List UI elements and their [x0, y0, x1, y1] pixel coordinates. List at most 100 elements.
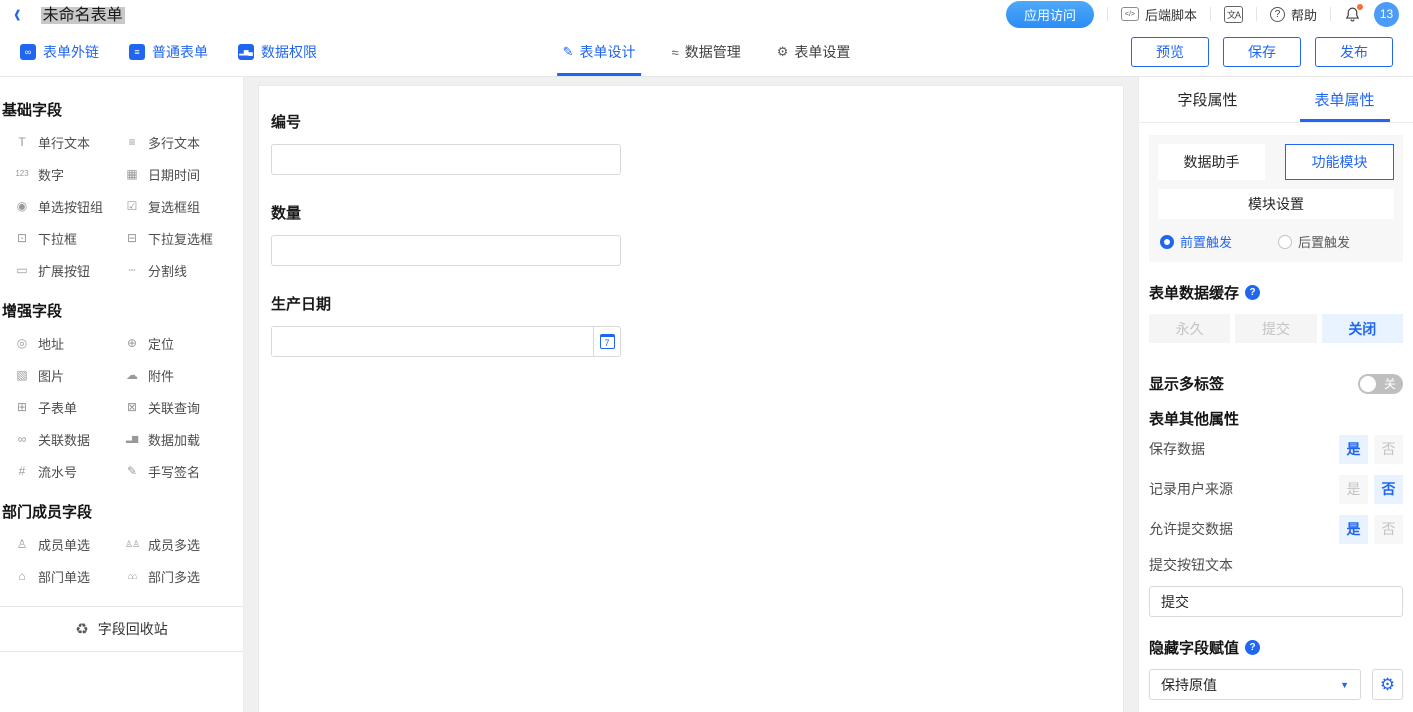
- radio-pre-trigger[interactable]: 前置触发: [1160, 232, 1278, 251]
- field-item-dept-single[interactable]: ⌂部门单选: [13, 560, 123, 592]
- field-label: 部门多选: [148, 567, 200, 586]
- prop-label: 记录用户来源: [1149, 479, 1233, 499]
- form-title[interactable]: 未命名表单: [41, 7, 125, 24]
- back-icon[interactable]: ‹: [14, 0, 21, 28]
- divider: [1330, 7, 1331, 21]
- chevron-down-icon: ▼: [1340, 680, 1349, 690]
- toggle-knob: [1360, 376, 1376, 392]
- field-item-radio-group[interactable]: ◉单选按钮组: [13, 190, 123, 222]
- dept-multi-icon: ⌂⌂: [123, 572, 141, 581]
- backend-script-button[interactable]: </> 后端脚本: [1121, 5, 1197, 24]
- field-item-checkbox-group[interactable]: ☑复选框组: [123, 190, 233, 222]
- language-icon[interactable]: 文A: [1224, 6, 1243, 23]
- avatar[interactable]: 13: [1374, 2, 1399, 27]
- save-button[interactable]: 保存: [1223, 37, 1301, 67]
- field-item-multi-line-text[interactable]: ≡ 多行文本: [123, 126, 233, 158]
- date-input[interactable]: [272, 327, 593, 356]
- attachment-icon: ☁: [123, 369, 141, 381]
- field-item-link-data[interactable]: ∞关联数据: [13, 423, 123, 455]
- module-settings-button[interactable]: 模块设置: [1158, 189, 1394, 219]
- multi-tab-toggle[interactable]: 关: [1358, 374, 1403, 394]
- properties-panel: 字段属性 表单属性 数据助手 功能模块 模块设置 前置触发 后置触发 表单数: [1138, 77, 1413, 712]
- subform-icon: ⊞: [13, 401, 31, 413]
- field-item-multi-select[interactable]: ⊟下拉复选框: [123, 222, 233, 254]
- cache-option-submit[interactable]: 提交: [1235, 314, 1316, 343]
- field-label: 编号: [271, 111, 1111, 132]
- field-item-datetime[interactable]: ▦日期时间: [123, 158, 233, 190]
- field-item-address[interactable]: ◎地址: [13, 327, 123, 359]
- field-recycle-bin[interactable]: ♻ 字段回收站: [0, 606, 243, 652]
- save-data-yes-button[interactable]: 是: [1339, 435, 1368, 464]
- field-label: 手写签名: [148, 462, 200, 481]
- tab-data-permission[interactable]: ▂▆▄ 数据权限: [238, 42, 317, 62]
- notification-button[interactable]: [1344, 6, 1361, 23]
- field-item-link-query[interactable]: ⊠关联查询: [123, 391, 233, 423]
- help-icon: ?: [1270, 7, 1285, 22]
- date-field[interactable]: 7: [271, 326, 621, 357]
- record-source-no-button[interactable]: 否: [1374, 475, 1403, 504]
- dept-single-icon: ⌂: [13, 570, 31, 582]
- help-circle-icon[interactable]: ?: [1245, 640, 1260, 655]
- textarea-icon: ≡: [123, 136, 141, 148]
- field-label: 单行文本: [38, 133, 90, 152]
- cache-option-closed[interactable]: 关闭: [1322, 314, 1403, 343]
- canvas-field-production-date[interactable]: 生产日期 7: [271, 293, 1111, 357]
- hidden-field-assign-select[interactable]: 保持原值 ▼: [1149, 669, 1361, 700]
- field-item-divider[interactable]: ┄分割线: [123, 254, 233, 286]
- field-item-data-load[interactable]: ▂▆数据加载: [123, 423, 233, 455]
- extend-button-icon: ▭: [13, 264, 31, 276]
- divider: [1256, 7, 1257, 21]
- tab-normal-form[interactable]: ≡ 普通表单: [129, 42, 208, 62]
- field-sidebar: 基础字段 T单行文本 ≡多行文本 123数字 ▦日期时间 ◉单选按钮组 ☑复选框…: [0, 77, 244, 712]
- canvas-field-number-id[interactable]: 编号: [271, 111, 1111, 175]
- tab-label: 数据权限: [261, 42, 317, 62]
- preview-button[interactable]: 预览: [1131, 37, 1209, 67]
- prop-row-record-user-source: 记录用户来源 是 否: [1149, 469, 1403, 509]
- help-button[interactable]: ? 帮助: [1270, 5, 1317, 24]
- radio-post-trigger[interactable]: 后置触发: [1278, 232, 1350, 251]
- cache-option-permanent[interactable]: 永久: [1149, 314, 1230, 343]
- canvas-field-quantity[interactable]: 数量: [271, 202, 1111, 266]
- field-item-member-single[interactable]: ♙成员单选: [13, 528, 123, 560]
- field-item-extend-button[interactable]: ▭扩展按钮: [13, 254, 123, 286]
- submit-button-text-input[interactable]: [1149, 586, 1403, 617]
- field-item-image[interactable]: ▧图片: [13, 359, 123, 391]
- field-input[interactable]: [271, 235, 621, 266]
- app-access-button[interactable]: 应用访问: [1006, 1, 1094, 28]
- tab-form-external-link[interactable]: ∞ 表单外链: [20, 42, 99, 62]
- publish-button[interactable]: 发布: [1315, 37, 1393, 67]
- allow-submit-yes-button[interactable]: 是: [1339, 515, 1368, 544]
- data-assistant-button[interactable]: 数据助手: [1158, 144, 1265, 180]
- field-item-serial-number[interactable]: #流水号: [13, 455, 123, 487]
- form-canvas[interactable]: 编号 数量 生产日期 7: [258, 85, 1124, 712]
- record-source-yes-button[interactable]: 是: [1339, 475, 1368, 504]
- field-label: 多行文本: [148, 133, 200, 152]
- help-label: 帮助: [1291, 5, 1317, 24]
- top-bar: ‹ 未命名表单 应用访问 </> 后端脚本 文A ? 帮助 13: [0, 0, 1413, 28]
- field-item-subform[interactable]: ⊞子表单: [13, 391, 123, 423]
- tab-form-settings[interactable]: ⚙ 表单设置: [777, 28, 851, 76]
- field-item-location[interactable]: ⊕定位: [123, 327, 233, 359]
- field-item-dept-multi[interactable]: ⌂⌂ 部门多选: [123, 560, 233, 592]
- module-box: 数据助手 功能模块 模块设置 前置触发 后置触发: [1149, 135, 1403, 262]
- save-data-no-button[interactable]: 否: [1374, 435, 1403, 464]
- field-item-number[interactable]: 123数字: [13, 158, 123, 190]
- field-item-single-line-text[interactable]: T单行文本: [13, 126, 123, 158]
- date-picker-button[interactable]: 7: [593, 327, 620, 356]
- field-item-member-multi[interactable]: ♙♙成员多选: [123, 528, 233, 560]
- field-input[interactable]: [271, 144, 621, 175]
- function-module-button[interactable]: 功能模块: [1285, 144, 1394, 180]
- tab-field-properties[interactable]: 字段属性: [1139, 77, 1276, 122]
- data-management-icon: ≈: [672, 45, 679, 60]
- tab-form-properties[interactable]: 表单属性: [1276, 77, 1413, 122]
- field-item-signature[interactable]: ✎手写签名: [123, 455, 233, 487]
- field-item-attachment[interactable]: ☁附件: [123, 359, 233, 391]
- tab-data-management[interactable]: ≈ 数据管理: [672, 28, 741, 76]
- help-circle-icon[interactable]: ?: [1245, 285, 1260, 300]
- field-label: 分割线: [148, 261, 187, 280]
- form-title-wrap[interactable]: 未命名表单: [39, 0, 127, 29]
- tab-form-design[interactable]: ✎ 表单设计: [563, 28, 636, 76]
- allow-submit-no-button[interactable]: 否: [1374, 515, 1403, 544]
- field-item-select[interactable]: ⊡下拉框: [13, 222, 123, 254]
- hidden-field-settings-button[interactable]: ⚙: [1372, 669, 1403, 700]
